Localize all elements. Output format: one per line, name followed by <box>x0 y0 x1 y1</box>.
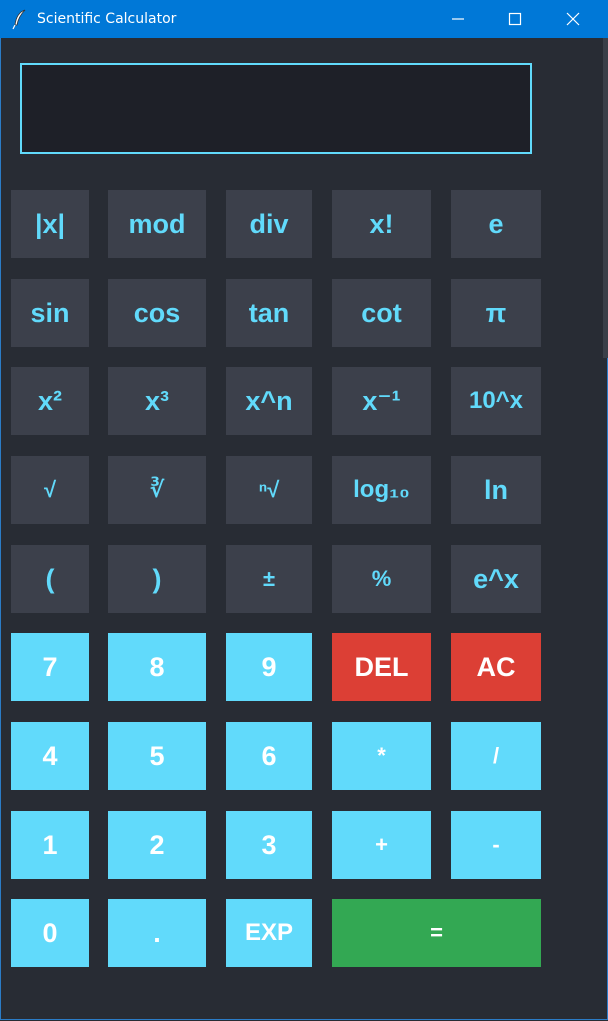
power-button[interactable]: x^n <box>226 367 312 435</box>
digit-2-button[interactable]: 2 <box>108 811 206 879</box>
digit-6-button[interactable]: 6 <box>226 722 312 790</box>
div-button[interactable]: div <box>226 190 312 258</box>
left-paren-button[interactable]: ( <box>11 545 89 613</box>
digit-1-button[interactable]: 1 <box>11 811 89 879</box>
square-root-button[interactable]: √ <box>11 456 89 524</box>
tan-button[interactable]: tan <box>226 279 312 347</box>
digit-4-button[interactable]: 4 <box>11 722 89 790</box>
feather-icon <box>10 8 30 30</box>
power-of-ten-button[interactable]: 10^x <box>451 367 541 435</box>
abs-button[interactable]: |x| <box>11 190 89 258</box>
nth-root-button[interactable]: ⁿ√ <box>226 456 312 524</box>
digit-5-button[interactable]: 5 <box>108 722 206 790</box>
square-button[interactable]: x² <box>11 367 89 435</box>
right-paren-button[interactable]: ) <box>108 545 206 613</box>
close-icon <box>566 12 580 26</box>
percent-button[interactable]: % <box>332 545 431 613</box>
log10-button[interactable]: log₁₀ <box>332 456 431 524</box>
ln-button[interactable]: ln <box>451 456 541 524</box>
cube-button[interactable]: x³ <box>108 367 206 435</box>
window-title: Scientific Calculator <box>37 11 177 27</box>
mod-button[interactable]: mod <box>108 190 206 258</box>
digit-0-button[interactable]: 0 <box>11 899 89 967</box>
divide-button[interactable]: / <box>451 722 541 790</box>
sin-button[interactable]: sin <box>11 279 89 347</box>
close-button[interactable] <box>544 0 602 38</box>
digit-9-button[interactable]: 9 <box>226 633 312 701</box>
minimize-icon <box>452 18 464 20</box>
euler-button[interactable]: e <box>451 190 541 258</box>
cube-root-button[interactable]: ∛ <box>108 456 206 524</box>
calculator-display[interactable] <box>20 63 532 154</box>
pi-button[interactable]: π <box>451 279 541 347</box>
minimize-button[interactable] <box>429 0 487 38</box>
cos-button[interactable]: cos <box>108 279 206 347</box>
plus-minus-button[interactable]: ± <box>226 545 312 613</box>
reciprocal-button[interactable]: x⁻¹ <box>332 367 431 435</box>
exp-e-button[interactable]: e^x <box>451 545 541 613</box>
equals-button[interactable]: = <box>332 899 541 967</box>
maximize-button[interactable] <box>486 0 544 38</box>
digit-8-button[interactable]: 8 <box>108 633 206 701</box>
digit-3-button[interactable]: 3 <box>226 811 312 879</box>
add-button[interactable]: + <box>332 811 431 879</box>
all-clear-button[interactable]: AC <box>451 633 541 701</box>
delete-button[interactable]: DEL <box>332 633 431 701</box>
decimal-point-button[interactable]: . <box>108 899 206 967</box>
factorial-button[interactable]: x! <box>332 190 431 258</box>
digit-7-button[interactable]: 7 <box>11 633 89 701</box>
subtract-button[interactable]: - <box>451 811 541 879</box>
multiply-button[interactable]: * <box>332 722 431 790</box>
exp-button[interactable]: EXP <box>226 899 312 967</box>
scrollbar[interactable] <box>603 38 608 358</box>
maximize-icon <box>508 12 522 26</box>
cot-button[interactable]: cot <box>332 279 431 347</box>
title-bar: Scientific Calculator <box>0 0 608 38</box>
